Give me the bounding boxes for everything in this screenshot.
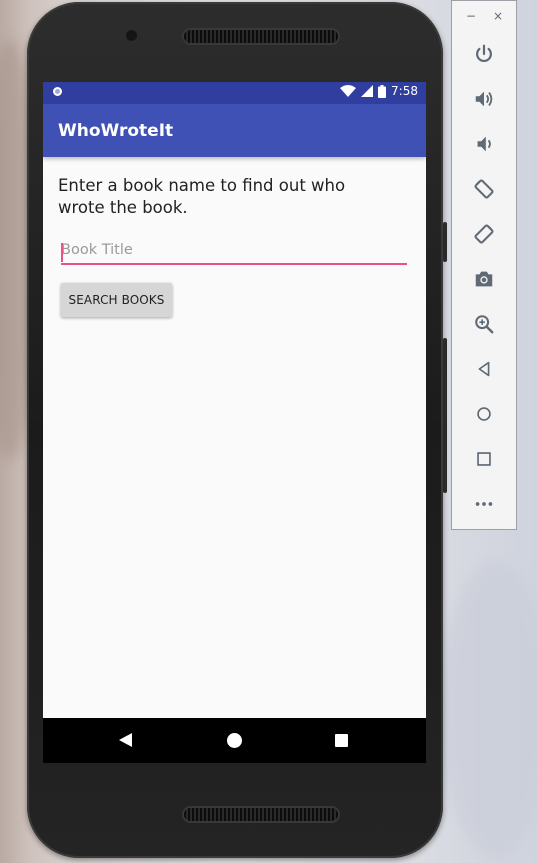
nav-back-icon[interactable]: [119, 733, 132, 747]
home-icon[interactable]: [472, 402, 496, 426]
power-icon[interactable]: [472, 42, 496, 66]
phone-side-button: [443, 222, 447, 262]
status-time: 7:58: [391, 84, 418, 98]
instructions-text: Enter a book name to find out who wrote …: [58, 176, 346, 217]
search-books-button[interactable]: SEARCH BOOKS: [61, 283, 172, 317]
front-camera: [126, 30, 137, 41]
rotate-left-icon[interactable]: [472, 177, 496, 201]
battery-icon: [378, 84, 387, 98]
volume-down-icon[interactable]: [472, 132, 496, 156]
wifi-icon: ×: [340, 84, 357, 98]
emulator-toolbar: − ×: [451, 0, 517, 530]
bottom-speaker: [184, 808, 338, 821]
app-title: WhoWroteIt: [58, 120, 174, 141]
overview-icon[interactable]: [472, 447, 496, 471]
nav-home-icon[interactable]: [227, 733, 242, 748]
svg-text:×: ×: [350, 92, 355, 98]
app-screen: × 7:58 WhoWroteIt Enter a book name to f…: [43, 82, 426, 763]
top-speaker: [184, 30, 338, 43]
rotate-right-icon[interactable]: [472, 222, 496, 246]
text-cursor: [61, 243, 63, 262]
signal-icon: [361, 85, 374, 97]
book-title-input[interactable]: [61, 237, 407, 265]
camera-icon[interactable]: [472, 267, 496, 291]
main-content: Enter a book name to find out who wrote …: [43, 157, 426, 317]
more-icon[interactable]: [472, 492, 496, 516]
minimize-button[interactable]: −: [466, 9, 476, 23]
status-icons: × 7:58: [340, 84, 418, 98]
notification-icon: [53, 87, 62, 96]
back-icon[interactable]: [472, 357, 496, 381]
close-button[interactable]: ×: [493, 9, 503, 23]
app-bar: WhoWroteIt: [43, 104, 426, 157]
zoom-icon[interactable]: [472, 312, 496, 336]
book-title-field-wrap: [58, 219, 407, 265]
volume-up-icon[interactable]: [472, 87, 496, 111]
navigation-bar: [43, 718, 426, 763]
phone-side-button: [443, 338, 447, 493]
status-bar: × 7:58: [43, 82, 426, 104]
nav-recents-icon[interactable]: [335, 734, 348, 747]
background-blur: [440, 560, 537, 860]
